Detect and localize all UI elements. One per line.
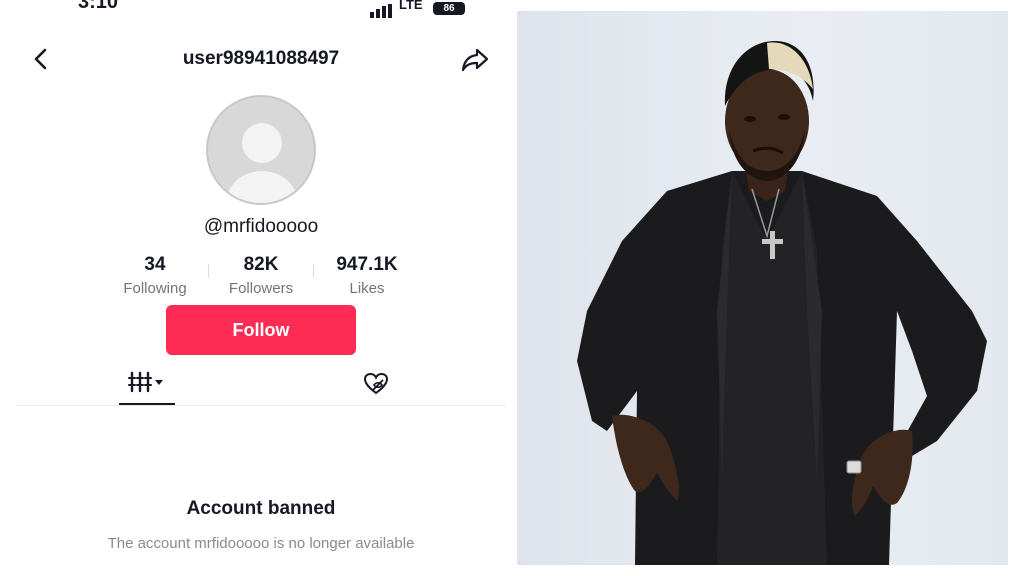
default-avatar-icon [206,95,316,205]
stat-label: Following [123,280,187,297]
stat-value: 82K [243,254,279,275]
stat-followers[interactable]: 82K Followers [206,254,316,297]
tab-videos[interactable] [119,368,175,406]
profile-handle: @mrfidooooo [203,216,319,237]
network-type: LTE [399,0,423,12]
tab-liked[interactable] [362,370,390,398]
profile-stats: 34 Following 82K Followers 947.1K Likes [0,254,512,304]
stat-divider [208,264,209,278]
share-arrow-icon [461,48,489,72]
stat-label: Followers [228,280,294,297]
man-in-black-outfit-photo [517,11,1008,565]
hidden-heart-icon [363,372,389,395]
stat-value: 947.1K [336,254,398,275]
photo-illustration [577,41,987,565]
stat-likes: 947.1K Likes [312,254,422,297]
banned-title: Account banned [186,498,336,519]
tabs-divider [16,405,506,406]
share-button[interactable] [460,46,490,74]
tiktok-profile-screen: 3:10 LTE 86 user98941088497 @mrfidooooo … [0,0,512,576]
signal-icon [370,4,392,18]
stat-value: 34 [144,254,166,275]
banned-message: The account mrfidooooo is no longer avai… [107,535,415,552]
stat-following[interactable]: 34 Following [100,254,210,297]
status-time: 3:10 [78,0,119,13]
grid-bars-icon [128,371,163,393]
stat-label: Likes [349,280,385,297]
status-bar: 3:10 LTE 86 [0,0,512,20]
follow-button[interactable]: Follow [166,305,356,355]
battery-icon: 86 [433,2,465,15]
profile-username: user98941088497 [182,48,340,69]
stat-divider [313,264,314,278]
